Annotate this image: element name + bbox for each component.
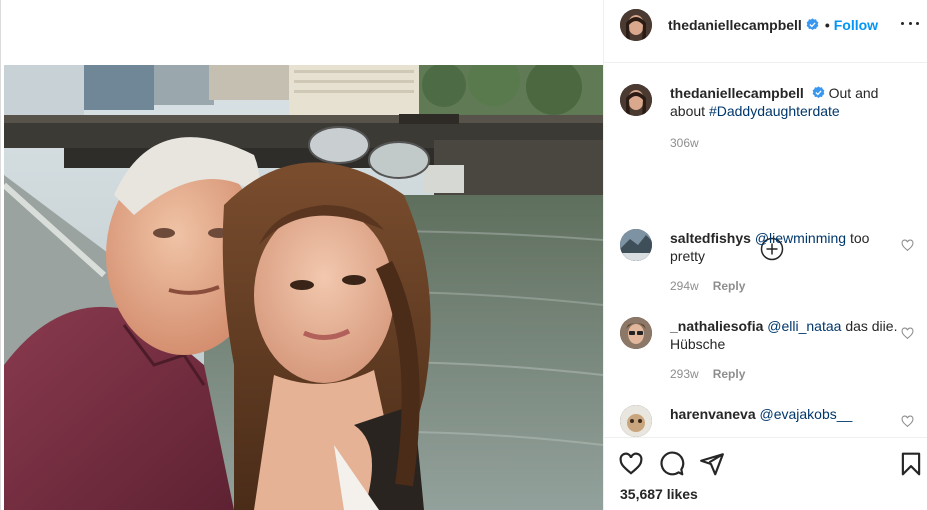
commenter-avatar[interactable]: [620, 405, 652, 437]
comment-time[interactable]: 294w: [670, 279, 699, 293]
caption-meta: 306w: [670, 136, 699, 150]
comment-item: saltedfishys @liewminming too pretty 294…: [620, 229, 920, 309]
caption-avatar[interactable]: [620, 84, 652, 116]
comment-meta: 293w Reply: [670, 367, 745, 381]
post-photo[interactable]: [4, 65, 603, 510]
heart-icon[interactable]: [618, 451, 644, 477]
caption-text: thedaniellecampbell Out and about #Daddy…: [670, 84, 902, 120]
more-options-icon[interactable]: [901, 14, 919, 32]
bookmark-icon[interactable]: [898, 451, 924, 477]
comment-item: _nathaliesofia @elli_nataa das diie. Hüb…: [620, 317, 920, 397]
heart-icon[interactable]: [901, 239, 914, 252]
author-username[interactable]: thedaniellecampbell: [668, 17, 802, 33]
comment-item: harenvaneva @evajakobs__: [620, 405, 920, 437]
comment-text: _nathaliesofia @elli_nataa das diie. Hüb…: [670, 317, 902, 353]
photo-pane: [1, 0, 603, 510]
post-header: thedaniellecampbell • Follow: [604, 0, 927, 49]
comment-icon[interactable]: [659, 451, 685, 477]
action-bar: 35,687 likes: [604, 437, 927, 510]
commenter-username[interactable]: harenvaneva: [670, 406, 756, 422]
reply-button[interactable]: Reply: [713, 279, 746, 293]
caption-time[interactable]: 306w: [670, 136, 699, 150]
comments-list: thedaniellecampbell Out and about #Daddy…: [604, 63, 927, 437]
comment-meta: 294w Reply: [670, 279, 745, 293]
post-side-panel: thedaniellecampbell • Follow thedanielle…: [603, 0, 927, 510]
heart-icon[interactable]: [901, 327, 914, 340]
commenter-avatar[interactable]: [620, 317, 652, 349]
commenter-username[interactable]: _nathaliesofia: [670, 318, 763, 334]
comment-time[interactable]: 293w: [670, 367, 699, 381]
send-icon[interactable]: [699, 451, 725, 477]
verified-badge-icon: [812, 86, 825, 99]
commenter-username[interactable]: saltedfishys: [670, 230, 751, 246]
comment-text: saltedfishys @liewminming too pretty: [670, 229, 902, 265]
verified-badge-icon: [806, 18, 819, 31]
header-separator: •: [824, 16, 830, 33]
caption-hashtag[interactable]: #Daddydaughterdate: [709, 103, 840, 119]
comment-mention[interactable]: @elli_nataa: [767, 318, 841, 334]
likes-count[interactable]: 35,687 likes: [620, 486, 698, 502]
reply-button[interactable]: Reply: [713, 367, 746, 381]
comment-mention[interactable]: @evajakobs__: [760, 406, 853, 422]
instagram-post: thedaniellecampbell • Follow thedanielle…: [0, 0, 927, 510]
caption: thedaniellecampbell Out and about #Daddy…: [620, 84, 920, 154]
comment-mention[interactable]: @liewminming: [755, 230, 846, 246]
follow-button[interactable]: Follow: [834, 17, 878, 33]
heart-icon[interactable]: [901, 415, 914, 428]
commenter-avatar[interactable]: [620, 229, 652, 261]
author-avatar[interactable]: [620, 8, 652, 41]
comment-text: harenvaneva @evajakobs__: [670, 405, 902, 423]
caption-username[interactable]: thedaniellecampbell: [670, 85, 804, 101]
